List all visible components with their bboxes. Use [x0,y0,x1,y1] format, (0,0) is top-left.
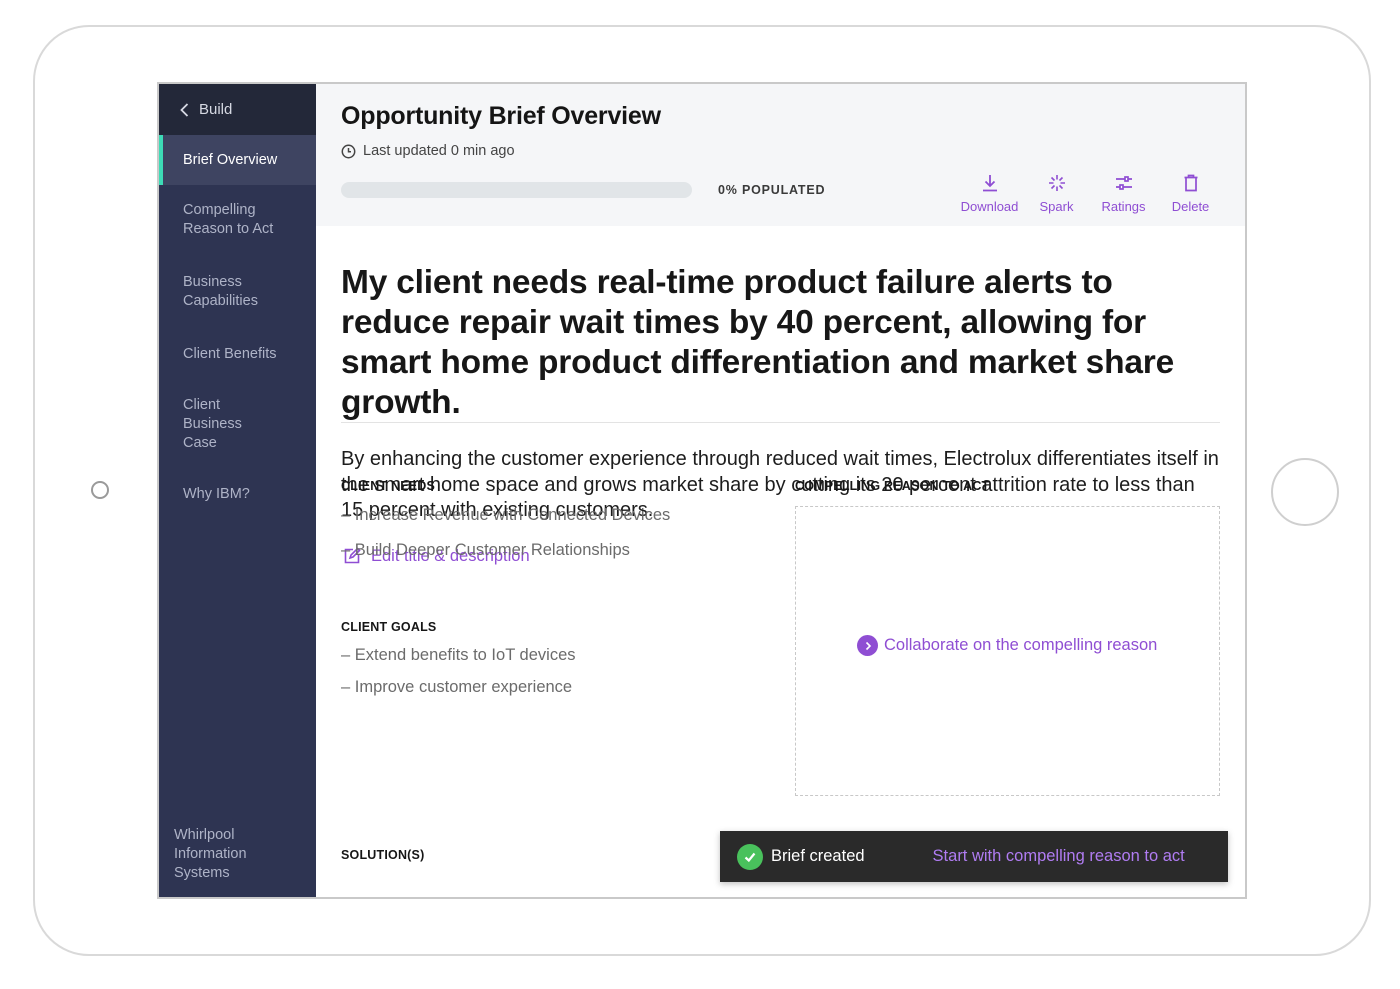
sidebar-item-client-business-case[interactable]: Client Business Case [159,380,279,469]
brief-header: Opportunity Brief Overview Last updated … [316,84,1245,226]
ratings-label: Ratings [1101,199,1146,214]
brief-headline: My client needs real-time product failur… [341,264,1175,421]
home-button[interactable] [1271,458,1339,526]
client-needs-section: CLIENT NEEDS – Increase Revenue with Con… [341,479,741,560]
spark-button[interactable]: Spark [1023,172,1090,214]
solutions-section: SOLUTION(S) [341,848,424,862]
chevron-right-icon [857,635,878,656]
toast-notification: Brief created Start with compelling reas… [720,831,1228,882]
ratings-button[interactable]: Ratings [1090,172,1157,214]
list-item: – Improve customer experience [341,678,573,696]
section-divider [341,422,1220,423]
download-button[interactable]: Download [956,172,1023,214]
main-panel: Opportunity Brief Overview Last updated … [316,84,1245,897]
delete-label: Delete [1171,199,1210,214]
sidebar-item-client-benefits[interactable]: Client Benefits [159,327,316,380]
list-item: – Extend benefits to IoT devices [341,646,576,664]
compelling-reason-placeholder: Collaborate on the compelling reason [795,506,1220,796]
app-screen: Build Brief Overview Compelling Reason t… [157,82,1247,899]
sidebar-item-business-capabilities[interactable]: Business Capabilities [159,255,279,327]
camera-icon [91,481,109,499]
compelling-reason-section: COMPELLING REASON TO ACT Collaborate on … [795,479,1220,796]
client-needs-heading: CLIENT NEEDS [341,479,436,493]
compelling-reason-heading: COMPELLING REASON TO ACT [795,479,990,493]
sidebar: Build Brief Overview Compelling Reason t… [159,84,316,897]
solutions-heading: SOLUTION(S) [341,848,425,862]
list-item: – Increase Revenue with Connected Device… [341,506,671,524]
last-updated: Last updated 0 min ago [341,143,1245,159]
clock-icon [341,144,356,158]
collaborate-link[interactable]: Collaborate on the compelling reason [857,635,1157,656]
toast-message: Brief created [771,847,865,865]
sliders-icon [1115,176,1132,190]
brief-toolbar: Download Spark Ratings Delete [956,172,1224,214]
progress-bar [341,182,692,198]
client-goals-heading: CLIENT GOALS [341,620,437,634]
collaborate-label: Collaborate on the compelling reason [884,636,1158,654]
populated-label: 0% POPULATED [718,183,826,197]
download-label: Download [960,199,1019,214]
back-button[interactable]: Build [159,84,316,135]
trash-icon [1184,174,1197,192]
list-item: – Build Deeper Customer Relationships [341,541,630,559]
sidebar-item-compelling-reason[interactable]: Compelling Reason to Act [159,185,289,255]
page-title: Opportunity Brief Overview [341,102,661,130]
client-goals-section: CLIENT GOALS – Extend benefits to IoT de… [341,620,741,697]
last-updated-text: Last updated 0 min ago [363,143,515,159]
spark-icon [1048,175,1065,191]
sidebar-item-why-ibm[interactable]: Why IBM? [159,469,316,520]
spark-label: Spark [1039,199,1074,214]
chevron-left-icon [180,102,189,117]
client-name: Whirlpool Information Systems [174,827,247,881]
sidebar-item-brief-overview[interactable]: Brief Overview [159,135,316,185]
checkmark-icon [737,843,763,870]
back-label: Build [199,101,233,118]
download-icon [982,175,997,192]
toast-action-link[interactable]: Start with compelling reason to act [933,847,1185,866]
delete-button[interactable]: Delete [1157,172,1224,214]
